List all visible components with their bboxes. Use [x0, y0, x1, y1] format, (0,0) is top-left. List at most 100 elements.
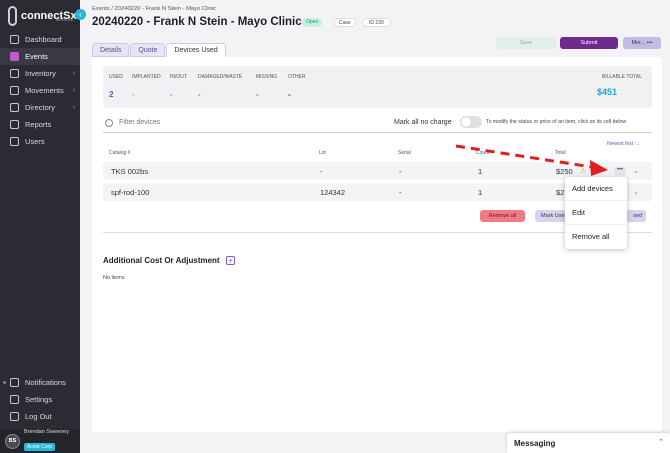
filter-devices-input[interactable]: Filter devices	[119, 119, 160, 126]
row-more-menu-button[interactable]: •••	[614, 167, 626, 175]
tab-bar: Details Quote Devices Used	[92, 43, 227, 57]
chevron-right-icon: ›	[72, 70, 75, 77]
menu-item-edit[interactable]: Edit	[565, 201, 627, 225]
logo[interactable]: connectSx	[8, 6, 77, 26]
no-items-text: No items	[103, 275, 125, 281]
directory-icon	[10, 103, 19, 112]
column-header-lot[interactable]: Lot	[319, 150, 326, 156]
table-header: Catalog # Lot Serial Count Total	[103, 147, 652, 159]
sidebar-item-label: Log Out	[25, 412, 52, 421]
additional-cost-title: Additional Cost Or Adjustment	[103, 256, 220, 265]
more-label: Mor...	[631, 40, 646, 46]
sidebar-item-label: Dashboard	[25, 35, 62, 44]
box-icon	[10, 69, 19, 78]
menu-item-remove-all[interactable]: Remove all	[565, 225, 627, 249]
tab-devices-used[interactable]: Devices Used	[166, 43, 226, 57]
logout-icon	[10, 412, 19, 421]
cell-serial[interactable]: -	[399, 167, 402, 176]
add-adjustment-button[interactable]: +	[226, 256, 235, 265]
messaging-label: Messaging	[514, 439, 556, 448]
implanted-value: -	[132, 90, 135, 99]
cell-count[interactable]: 1	[478, 167, 482, 176]
tab-details[interactable]: Details	[92, 43, 130, 57]
logo-mark-icon	[8, 6, 17, 26]
expand-chevron-icon[interactable]: ⌄	[633, 188, 639, 196]
dashboard-icon	[10, 35, 19, 44]
user-org-badge: Acme Corp	[24, 443, 56, 451]
more-button[interactable]: Mor... •••	[623, 37, 661, 49]
billable-total-value: $451	[597, 87, 618, 97]
used-label: USED	[109, 74, 123, 80]
sidebar-item-label: Inventory	[25, 69, 56, 78]
sidebar-nav: Dashboard Events Inventory › Movements ›…	[0, 31, 80, 150]
submit-button[interactable]: Submit	[560, 37, 618, 49]
breadcrumb[interactable]: Events / 20240220 - Frank N Stein - Mayo…	[92, 6, 216, 12]
sidebar-item-settings[interactable]: Settings	[0, 391, 80, 408]
sidebar-item-label: Directory	[25, 103, 56, 112]
chevron-right-icon: ›	[72, 104, 75, 111]
sidebar-item-inventory[interactable]: Inventory ›	[0, 65, 80, 82]
mark-all-no-charge-label: Mark all no charge	[394, 119, 452, 126]
sidebar-item-users[interactable]: Users	[0, 133, 80, 150]
warning-icon: ⚠	[580, 168, 587, 175]
avatar: BS	[5, 433, 20, 449]
cell-total[interactable]: $250	[556, 167, 573, 176]
sidebar-item-label: Movements	[25, 86, 64, 95]
cell-lot[interactable]: 124342	[320, 188, 345, 197]
more-dots-icon: •••	[646, 40, 653, 46]
chevron-up-icon[interactable]: ⌃	[658, 438, 664, 446]
sidebar-item-label: Notifications	[25, 378, 66, 387]
missing-label: MISSING	[256, 74, 278, 80]
cell-total[interactable]: $2	[556, 188, 564, 197]
cell-catalog[interactable]: spf-rod-100	[111, 188, 149, 197]
messaging-panel[interactable]: Messaging ⌃	[507, 433, 670, 453]
bell-icon	[10, 378, 19, 387]
cell-lot[interactable]: -	[320, 167, 323, 176]
other-value: -	[288, 90, 291, 99]
menu-item-add-devices[interactable]: Add devices	[565, 177, 627, 201]
id-badge: ID 230	[362, 18, 391, 27]
expand-chevron-icon[interactable]: ⌄	[633, 167, 639, 175]
cell-serial[interactable]: -	[399, 188, 402, 197]
sidebar-item-dashboard[interactable]: Dashboard	[0, 31, 80, 48]
sidebar-item-events[interactable]: Events	[0, 48, 80, 65]
sidebar-item-label: Reports	[25, 120, 52, 129]
sidebar-item-directory[interactable]: Directory ›	[0, 99, 80, 116]
sidebar-item-label: Users	[25, 137, 45, 146]
sidebar-item-movements[interactable]: Movements ›	[0, 82, 80, 99]
truck-icon	[10, 86, 19, 95]
sidebar-item-reports[interactable]: Reports	[0, 116, 80, 133]
sidebar-item-notifications[interactable]: Notifications	[0, 374, 80, 391]
implanted-label: IMPLANTED	[132, 74, 161, 80]
sidebar-item-logout[interactable]: Log Out	[0, 408, 80, 425]
row-actions-menu: Add devices Edit Remove all	[565, 177, 627, 249]
user-profile[interactable]: BS Brendan Sweeney Acme Corp	[0, 429, 80, 453]
remove-all-button[interactable]: Remove all	[480, 210, 525, 222]
billable-total-label: BILLABLE TOTAL	[601, 74, 642, 80]
chevron-right-icon: ›	[72, 87, 75, 94]
user-name: Brendan Sweeney	[24, 429, 69, 435]
column-header-catalog[interactable]: Catalog #	[109, 150, 130, 156]
used-value: 2	[109, 90, 114, 99]
column-header-count[interactable]: Count	[476, 150, 489, 156]
sidebar-item-label: Settings	[25, 395, 53, 404]
cell-catalog[interactable]: TKS 002bs	[111, 167, 148, 176]
sidebar-item-label: Events	[25, 52, 48, 61]
cell-count[interactable]: 1	[478, 188, 482, 197]
damaged-label: DAMAGED/WASTE	[198, 74, 243, 80]
no-charge-toggle[interactable]	[460, 116, 482, 128]
page-title: 20240220 - Frank N Stein - Mayo Clinic	[92, 16, 302, 28]
damaged-value: -	[198, 90, 201, 99]
save-button[interactable]: Save	[496, 37, 556, 49]
type-badge: Case	[334, 18, 356, 27]
filter-divider	[103, 132, 652, 133]
collapse-sidebar-button[interactable]: ‹	[75, 9, 86, 20]
tab-quote[interactable]: Quote	[130, 43, 166, 57]
notification-dot	[3, 381, 6, 384]
sidebar: connectSx MEDICAL Dashboard Events Inven…	[0, 0, 80, 453]
gear-icon	[10, 395, 19, 404]
inout-label: IN/OUT	[170, 74, 187, 80]
column-header-serial[interactable]: Serial	[398, 150, 411, 156]
modify-hint: To modify the status or price of an item…	[486, 119, 627, 125]
column-header-total[interactable]: Total	[555, 150, 566, 156]
